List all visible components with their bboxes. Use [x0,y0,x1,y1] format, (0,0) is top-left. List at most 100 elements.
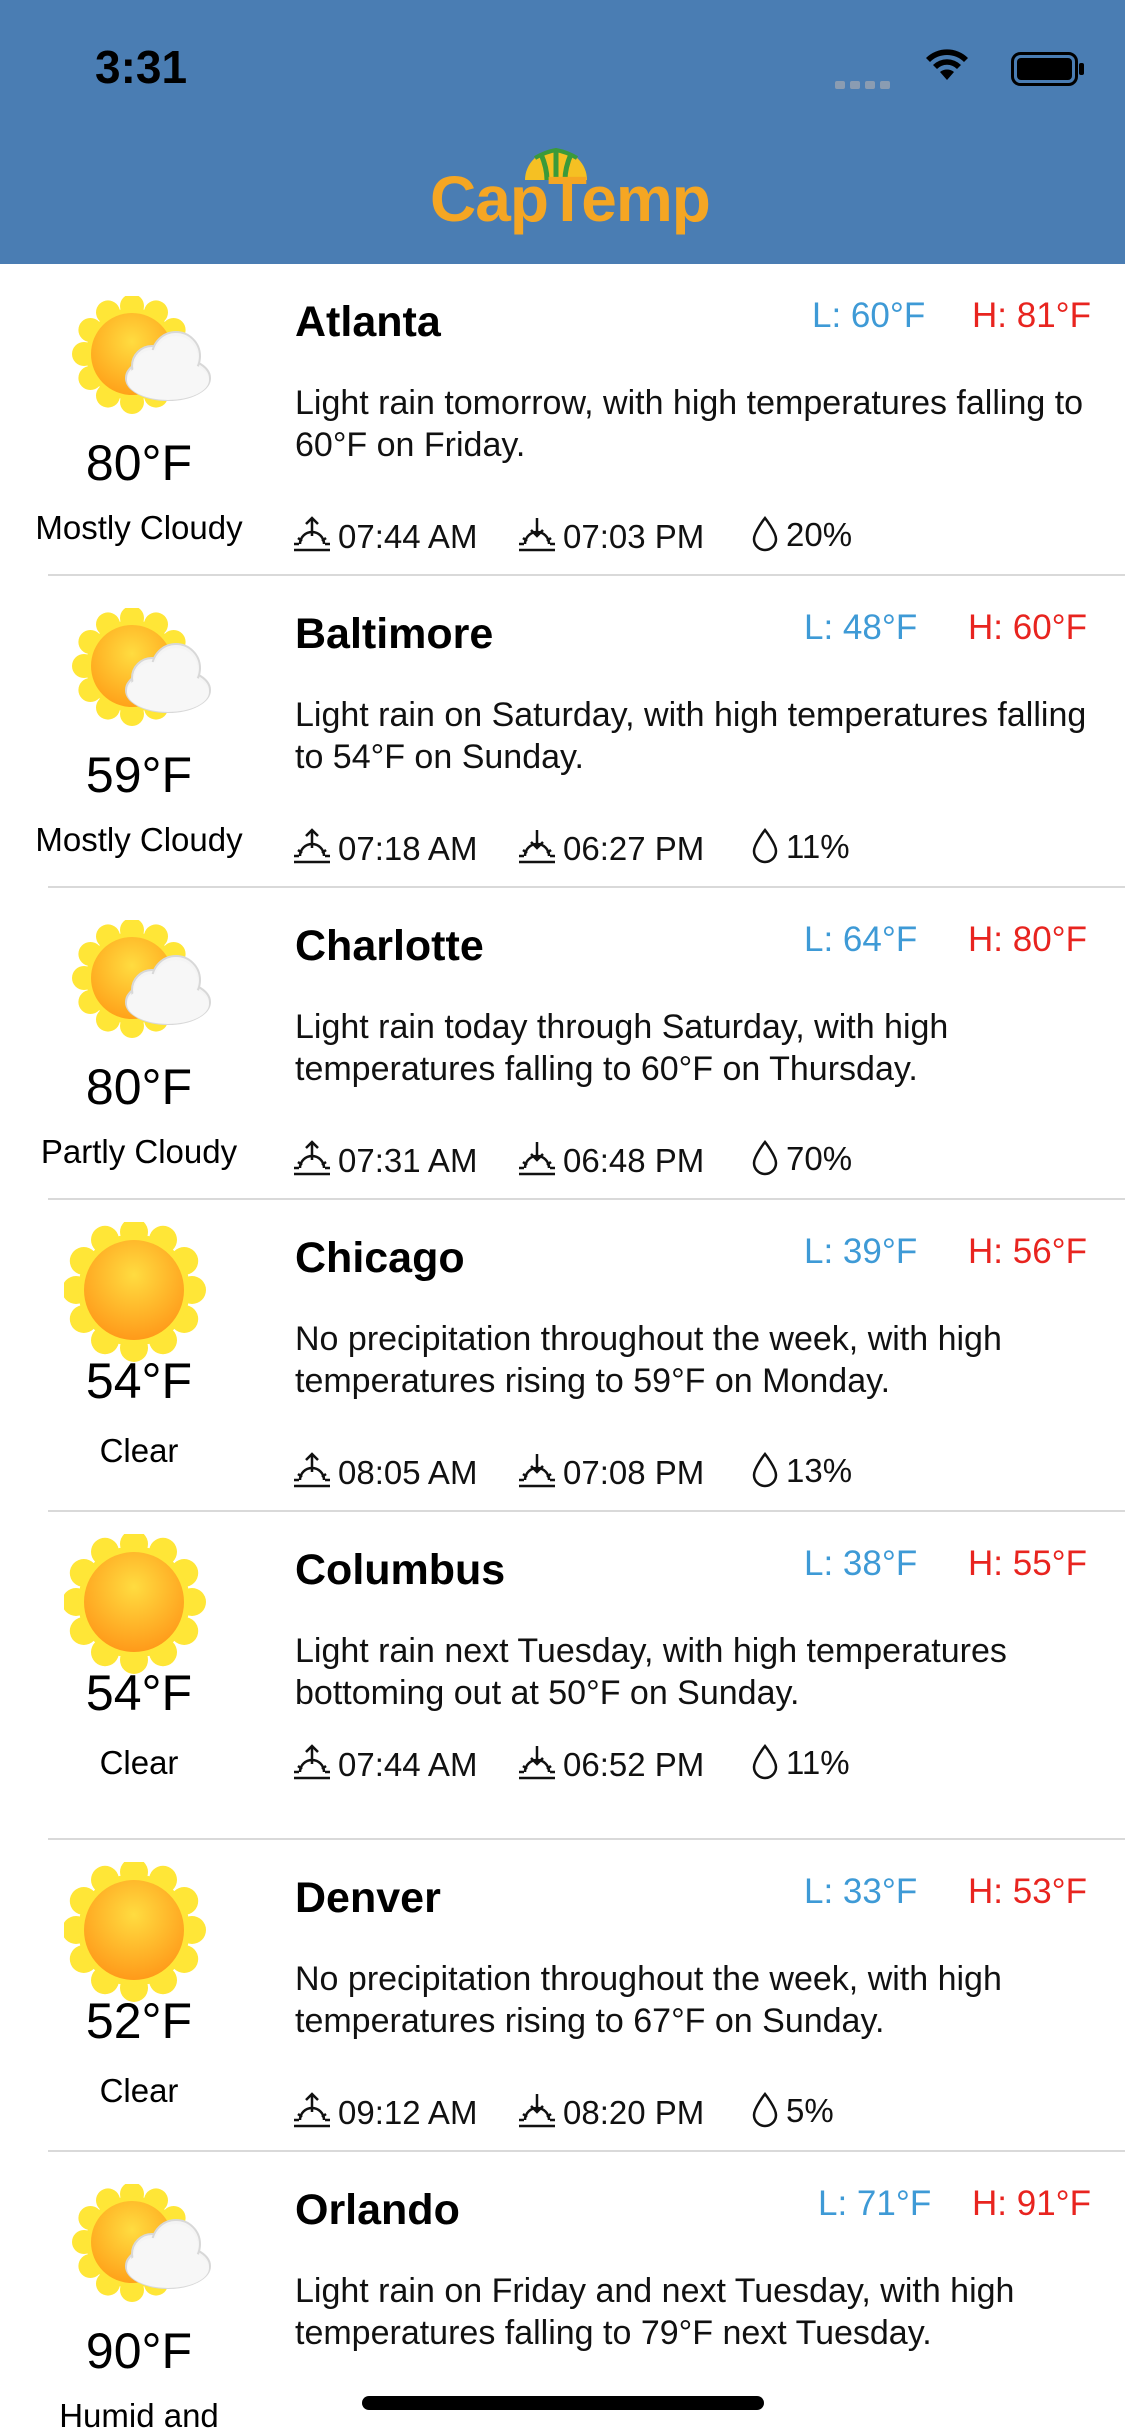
forecast-summary: Light rain next Tuesday, with high tempe… [295,1632,1007,1712]
low-temperature: L: 48°F [804,608,918,647]
sunrise-time: 07:18 AM [338,830,478,867]
precip-item: 5% [750,2090,834,2130]
sunrise-item: 09:12 AM [292,2090,477,2132]
precip-chance: 11% [786,828,850,865]
forecast-summary: Light rain on Friday and next Tuesday, w… [295,2272,1015,2352]
raindrop-icon [752,1451,778,1488]
condition-label: Clear [99,2072,179,2109]
sunset-time: 07:08 PM [563,1454,705,1491]
app-title: CapTemp [430,163,711,235]
status-time: 3:31 [95,41,188,93]
sunset-time: 07:03 PM [563,518,705,555]
sunset-time: 06:52 PM [563,1746,705,1783]
raindrop-icon [752,515,778,552]
sunrise-icon [294,516,330,552]
sunset-item: 07:03 PM [517,514,704,556]
raindrop-icon [752,2091,778,2128]
sunrise-item: 08:05 AM [292,1450,477,1492]
precip-chance: 5% [786,2092,834,2129]
city-row-denver[interactable]: 52°F Clear Denver L: 33°F H: 53°F No pre… [0,1840,1125,2152]
precip-chance: 11% [786,1744,850,1781]
forecast-summary: Light rain today through Saturday, with … [295,1008,949,1088]
sunrise-time: 07:31 AM [338,1142,478,1179]
sunset-icon [519,1454,555,1488]
partly-cloudy-icon [64,294,212,416]
battery-icon [1011,52,1084,86]
sunset-item: 07:08 PM [517,1450,704,1492]
low-temperature: L: 64°F [804,920,918,959]
sunset-time: 06:48 PM [563,1142,705,1179]
home-indicator[interactable] [362,2396,764,2410]
sunrise-icon [294,1744,330,1780]
sunrise-time: 08:05 AM [338,1454,478,1491]
sunset-icon [519,518,555,552]
current-temperature: 80°F [85,435,193,491]
current-temperature: 59°F [85,747,193,803]
partly-cloudy-icon [64,918,212,1040]
precip-chance: 20% [786,516,853,553]
sunrise-icon [294,1452,330,1488]
precip-item: 20% [750,514,852,554]
city-list: 80°F Mostly Cloudy Atlanta L: 60°F H: 81… [0,264,1125,2434]
app-header: 3:31 CapTemp [0,0,1125,264]
sunset-item: 06:48 PM [517,1138,704,1180]
low-temperature: L: 33°F [804,1872,918,1911]
condition-label: Mostly Cloudy [35,509,243,546]
sunset-item: 08:20 PM [517,2090,704,2132]
sunrise-time: 09:12 AM [338,2094,478,2131]
city-name: Atlanta [295,298,441,346]
forecast-summary: No precipitation throughout the week, wi… [295,1320,1002,1400]
city-row-charlotte[interactable]: 80°F Partly Cloudy Charlotte L: 64°F H: … [0,888,1125,1200]
sunrise-icon [294,828,330,864]
city-row-baltimore[interactable]: 59°F Mostly Cloudy Baltimore L: 48°F H: … [0,576,1125,888]
current-temperature: 54°F [85,1665,193,1721]
low-temperature: L: 39°F [804,1232,918,1271]
current-temperature: 80°F [85,1059,193,1115]
forecast-summary: Light rain on Saturday, with high temper… [295,696,1087,776]
current-temperature: 52°F [85,1993,193,2049]
city-row-chicago[interactable]: 54°F Clear Chicago L: 39°F H: 56°F No pr… [0,1200,1125,1512]
partly-cloudy-icon [64,606,212,728]
condition-label: Partly Cloudy [40,1133,238,1170]
high-temperature: H: 81°F [972,296,1092,335]
city-row-columbus[interactable]: 54°F Clear Columbus L: 38°F H: 55°F Ligh… [0,1512,1125,1840]
city-row-atlanta[interactable]: 80°F Mostly Cloudy Atlanta L: 60°F H: 81… [0,264,1125,576]
current-temperature: 90°F [85,2323,193,2379]
sunrise-item: 07:44 AM [292,514,477,556]
city-row-orlando[interactable]: 90°F Humid and Orlando L: 71°F H: 91°F L… [0,2152,1125,2434]
precip-item: 13% [750,1450,852,1490]
high-temperature: H: 91°F [972,2184,1092,2223]
city-name: Columbus [295,1546,506,1594]
current-temperature: 54°F [85,1353,193,1409]
high-temperature: H: 56°F [968,1232,1088,1271]
sunset-icon [519,1142,555,1176]
signal-dots-icon [835,76,895,89]
sunset-time: 06:27 PM [563,830,705,867]
precip-chance: 70% [786,1140,853,1177]
sun-icon [62,1530,212,1674]
city-name: Chicago [295,1234,465,1282]
sunrise-item: 07:44 AM [292,1742,477,1784]
forecast-summary: Light rain tomorrow, with high temperatu… [295,384,1084,464]
city-name: Baltimore [295,610,494,658]
partly-cloudy-icon [64,2182,212,2304]
sunset-icon [519,830,555,864]
raindrop-icon [752,1743,778,1780]
precip-item: 11% [750,1742,850,1782]
low-temperature: L: 71°F [818,2184,932,2223]
sunset-time: 08:20 PM [563,2094,705,2131]
sunrise-item: 07:18 AM [292,826,477,868]
sunset-icon [519,1746,555,1780]
app-logo: CapTemp [430,148,711,240]
low-temperature: L: 60°F [812,296,926,335]
wifi-icon [926,49,968,80]
sunrise-time: 07:44 AM [338,518,478,555]
forecast-summary: No precipitation throughout the week, wi… [295,1960,1002,2040]
high-temperature: H: 55°F [968,1544,1088,1583]
high-temperature: H: 60°F [968,608,1088,647]
sunset-icon [519,2094,555,2128]
condition-label: Clear [99,1744,179,1781]
sunset-item: 06:52 PM [517,1742,704,1784]
sunrise-icon [294,2092,330,2128]
high-temperature: H: 53°F [968,1872,1088,1911]
